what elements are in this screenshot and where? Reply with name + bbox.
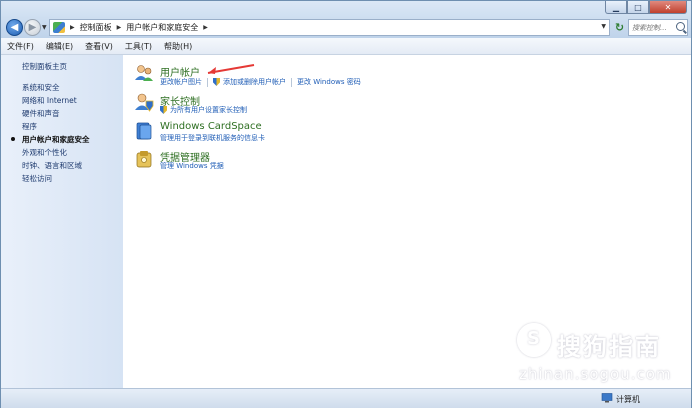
sidebar-item-hardware-sound[interactable]: 硬件和声音: [22, 108, 60, 119]
forward-button[interactable]: ▶: [24, 19, 41, 36]
link-add-remove-accounts[interactable]: 添加或删除用户帐户: [223, 77, 286, 87]
active-bullet-icon: [11, 137, 15, 141]
title-address-bar: ▁ □ ✕ ◀ ▶ ▼ ▶ 控制面板 ▶ 用户帐户和家庭安全 ▶ ▼ ↻: [1, 1, 691, 38]
sidebar-item-appearance[interactable]: 外观和个性化: [22, 147, 67, 158]
menu-file[interactable]: 文件(F): [1, 41, 40, 52]
sogou-logo-icon: S: [517, 323, 551, 357]
red-annotation-arrow-icon: [207, 64, 255, 74]
category-links-parental-controls: 为所有用户设置家长控制: [160, 105, 247, 115]
menu-view[interactable]: 查看(V): [79, 41, 119, 52]
watermark-text: 搜狗指南: [557, 333, 661, 361]
category-links-user-accounts: 更改帐户图片 添加或删除用户帐户 更改 Windows 密码: [160, 77, 361, 87]
control-panel-icon: [53, 22, 65, 33]
sidebar-item-network[interactable]: 网络和 Internet: [22, 95, 77, 106]
parental-controls-icon[interactable]: [134, 92, 154, 112]
link-manage-info-cards[interactable]: 管理用于登录到联机服务的信息卡: [160, 133, 265, 143]
breadcrumb-control-panel[interactable]: 控制面板: [80, 22, 112, 33]
sidebar-item-programs[interactable]: 程序: [22, 121, 37, 132]
chevron-right-icon[interactable]: ▶: [203, 24, 208, 31]
link-change-account-picture[interactable]: 更改帐户图片: [160, 77, 202, 87]
search-icon[interactable]: [676, 22, 685, 31]
category-links-cardspace: 管理用于登录到联机服务的信息卡: [160, 133, 265, 143]
window-controls: ▁ □ ✕: [605, 1, 687, 15]
breadcrumb-user-accounts[interactable]: 用户帐户和家庭安全: [126, 22, 198, 33]
address-bar[interactable]: ▶ 控制面板 ▶ 用户帐户和家庭安全 ▶ ▼: [49, 19, 610, 36]
sidebar: 控制面板主页 系统和安全 网络和 Internet 硬件和声音 程序 用户帐户和…: [1, 55, 123, 403]
link-divider: [291, 77, 292, 87]
sidebar-item-system-security[interactable]: 系统和安全: [22, 82, 60, 93]
minimize-button[interactable]: ▁: [605, 1, 627, 14]
chevron-right-icon[interactable]: ▶: [117, 24, 122, 31]
link-setup-parental-controls[interactable]: 为所有用户设置家长控制: [170, 105, 247, 115]
uac-shield-icon: [160, 106, 167, 114]
sidebar-item-ease-of-access[interactable]: 轻松访问: [22, 173, 52, 184]
menu-edit[interactable]: 编辑(E): [40, 41, 79, 52]
sidebar-item-clock-language[interactable]: 时钟、语言和区域: [22, 160, 82, 171]
status-bar: 计算机: [1, 388, 691, 408]
search-input[interactable]: [629, 20, 678, 35]
menu-bar: 文件(F) 编辑(E) 查看(V) 工具(T) 帮助(H): [1, 38, 691, 55]
category-links-credential-manager: 管理 Windows 凭据: [160, 161, 224, 171]
refresh-icon[interactable]: ↻: [613, 20, 626, 35]
menu-help[interactable]: 帮助(H): [158, 41, 198, 52]
category-title-cardspace[interactable]: Windows CardSpace: [160, 121, 262, 132]
menu-tools[interactable]: 工具(T): [119, 41, 158, 52]
user-accounts-icon[interactable]: [134, 63, 154, 83]
sidebar-item-user-accounts[interactable]: 用户帐户和家庭安全: [22, 134, 90, 145]
uac-shield-icon: [213, 78, 220, 86]
cardspace-icon[interactable]: [134, 121, 154, 141]
computer-icon: [601, 393, 613, 403]
watermark-url: zhinan.sogou.com: [519, 365, 672, 383]
status-computer-label: 计算机: [616, 395, 640, 404]
watermark: S 搜狗指南 zhinan.sogou.com: [511, 319, 681, 389]
chevron-right-icon[interactable]: ▶: [70, 24, 75, 31]
link-change-windows-password[interactable]: 更改 Windows 密码: [297, 77, 361, 87]
close-button[interactable]: ✕: [649, 1, 687, 14]
credential-manager-icon[interactable]: [134, 149, 154, 169]
maximize-button[interactable]: □: [627, 1, 649, 14]
link-manage-windows-credentials[interactable]: 管理 Windows 凭据: [160, 161, 224, 171]
sidebar-item-home[interactable]: 控制面板主页: [22, 61, 67, 72]
address-dropdown-icon[interactable]: ▼: [601, 23, 606, 30]
link-divider: [207, 77, 208, 87]
search-box[interactable]: [628, 19, 688, 36]
back-button[interactable]: ◀: [6, 19, 23, 36]
recent-pages-dropdown-icon[interactable]: ▼: [42, 24, 47, 31]
control-panel-window: ▁ □ ✕ ◀ ▶ ▼ ▶ 控制面板 ▶ 用户帐户和家庭安全 ▶ ▼ ↻ 文件(…: [0, 0, 692, 408]
